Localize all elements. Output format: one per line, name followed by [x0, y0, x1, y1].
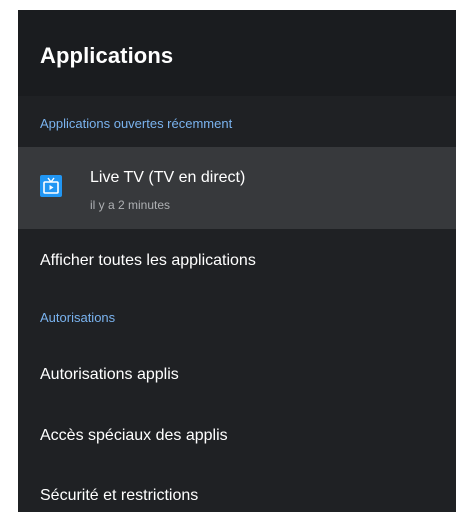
panel-header: Applications — [18, 10, 456, 96]
app-last-opened: il y a 2 minutes — [90, 198, 171, 212]
show-all-apps-item[interactable]: Afficher toutes les applications — [40, 252, 256, 270]
security-restrictions-item[interactable]: Sécurité et restrictions — [40, 487, 198, 505]
app-name: Live TV (TV en direct) — [90, 169, 246, 186]
special-app-access-item[interactable]: Accès spéciaux des applis — [40, 427, 228, 445]
tv-icon — [40, 175, 62, 197]
page-title: Applications — [40, 43, 174, 68]
settings-panel: Applications Applications ouvertes récem… — [18, 10, 456, 512]
section-header-recent-apps: Applications ouvertes récemment — [40, 116, 233, 131]
recent-app-live-tv[interactable]: Live TV (TV en direct) il y a 2 minutes — [18, 147, 456, 229]
section-header-permissions: Autorisations — [40, 310, 116, 325]
app-permissions-item[interactable]: Autorisations applis — [40, 366, 179, 384]
